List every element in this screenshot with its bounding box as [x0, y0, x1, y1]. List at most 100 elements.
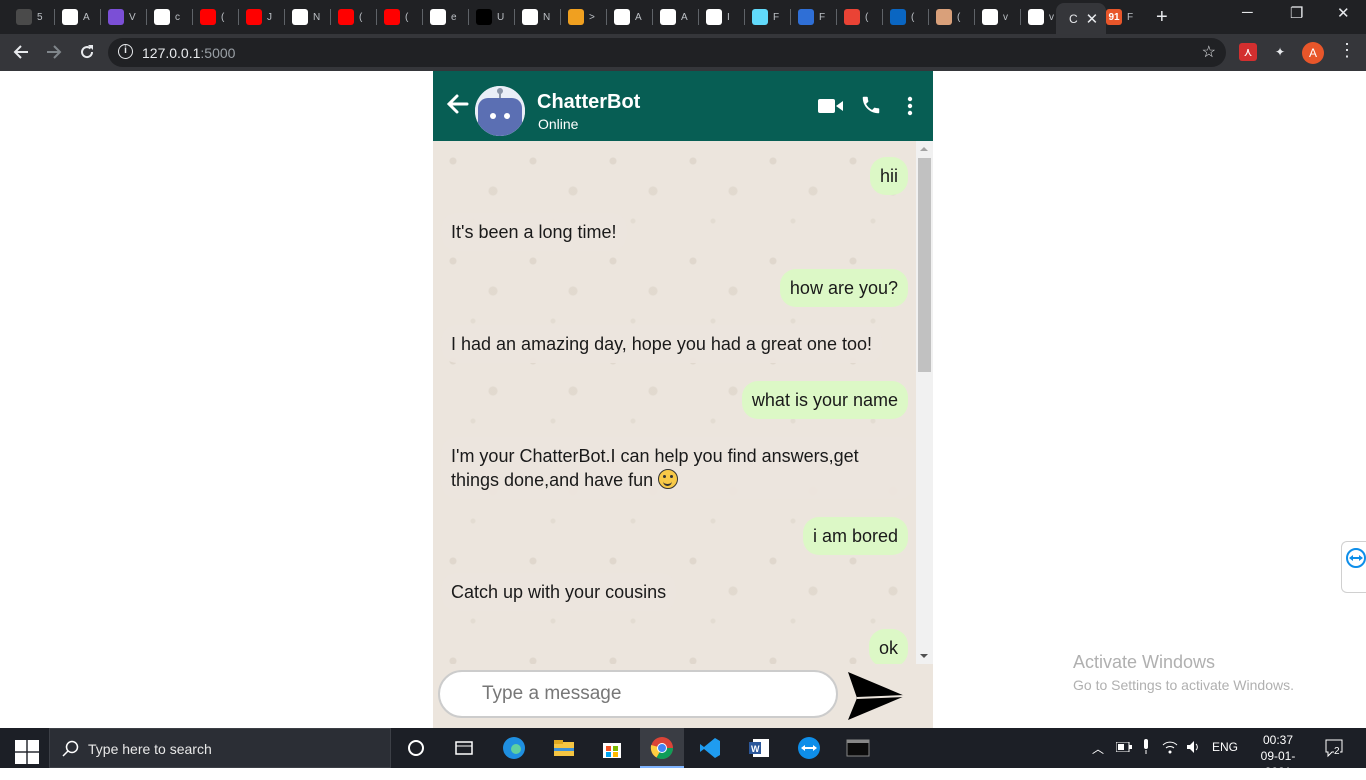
tab-active[interactable]: C ✕	[1056, 3, 1107, 34]
tab-separator	[146, 9, 147, 25]
scroll-down-arrow-icon[interactable]	[920, 654, 928, 658]
tray-expand-icon[interactable]: ︿	[1092, 740, 1104, 757]
tab-item[interactable]: 5	[16, 5, 43, 29]
tab-separator	[928, 9, 929, 25]
bookmark-star-icon[interactable]: ☆	[1202, 42, 1216, 62]
activate-windows-watermark: Activate Windows Go to Settings to activ…	[1073, 652, 1294, 693]
tab-item[interactable]: v	[1028, 5, 1054, 29]
tab-item[interactable]: v	[982, 5, 1008, 29]
tab-item[interactable]: U	[476, 5, 504, 29]
reload-icon[interactable]	[78, 43, 96, 61]
task-view-icon[interactable]	[452, 736, 476, 760]
wifi-icon[interactable]	[1162, 740, 1178, 754]
new-tab-button[interactable]: +	[1156, 6, 1168, 29]
tab-title: C	[1069, 11, 1078, 26]
forward-icon[interactable]	[45, 43, 63, 61]
video-call-icon[interactable]	[818, 98, 844, 114]
pdf-extension-icon[interactable]: ⋏	[1239, 43, 1257, 61]
tab-title: v	[1003, 11, 1008, 23]
minimize-icon[interactable]: ─	[1242, 4, 1253, 21]
scroll-up-arrow-icon[interactable]	[920, 147, 928, 151]
tab-item[interactable]: A	[62, 5, 90, 29]
tab-item[interactable]: e	[430, 5, 457, 29]
tab-item[interactable]: (	[338, 5, 362, 29]
send-icon[interactable]	[845, 668, 907, 724]
site-info-icon[interactable]: i	[118, 44, 133, 59]
scrollbar[interactable]	[916, 141, 933, 664]
gmail-icon	[706, 9, 722, 25]
tab-title: F	[819, 11, 826, 23]
edge-icon[interactable]	[502, 736, 526, 760]
message-bubble-user: how are you?	[779, 269, 908, 307]
taskbar-search[interactable]: Type here to search	[49, 728, 391, 768]
message-bubble-bot: It's been a long time!	[441, 213, 627, 251]
word-icon[interactable]: W	[747, 736, 771, 760]
tab-separator	[422, 9, 423, 25]
terminal-icon[interactable]	[846, 736, 870, 760]
cortana-icon[interactable]	[404, 736, 428, 760]
tab-item[interactable]: F	[752, 5, 779, 29]
volume-icon[interactable]	[1186, 740, 1202, 754]
tab-item[interactable]: c	[154, 5, 180, 29]
robot-icon	[475, 86, 525, 136]
tab-separator	[606, 9, 607, 25]
tab-item[interactable]: (	[890, 5, 914, 29]
tab-item[interactable]: I	[706, 5, 730, 29]
tab-item[interactable]: A	[660, 5, 688, 29]
tab-title: N	[313, 11, 321, 23]
message-list[interactable]: hii It's been a long time! how are you? …	[433, 141, 933, 667]
tab-item[interactable]: J	[246, 5, 272, 29]
tab-item[interactable]: (	[384, 5, 408, 29]
tab-item[interactable]: >	[568, 5, 595, 29]
back-arrow-icon[interactable]	[445, 91, 471, 117]
tab-item[interactable]: N	[522, 5, 550, 29]
message-bubble-bot: I'm your ChatterBot.I can help you find …	[441, 437, 915, 499]
tab-item[interactable]: N	[292, 5, 320, 29]
message-bubble-user: ok	[868, 629, 908, 667]
teamviewer-side-tab[interactable]	[1341, 541, 1366, 593]
vscode-icon[interactable]	[698, 736, 722, 760]
address-bar[interactable]: i 127.0.0.1:5000 ☆	[108, 38, 1226, 67]
battery-icon[interactable]	[1116, 742, 1132, 752]
app-icon	[108, 9, 124, 25]
tab-item[interactable]: V	[108, 5, 136, 29]
action-center[interactable]: 2	[1324, 738, 1344, 761]
tab-title: >	[589, 11, 595, 23]
back-icon[interactable]	[12, 43, 30, 61]
more-options-icon[interactable]	[907, 96, 913, 116]
browser-toolbar: i 127.0.0.1:5000 ☆ ⋏ ✦ A ⋮	[0, 34, 1366, 71]
profile-avatar[interactable]: A	[1302, 42, 1324, 64]
close-window-icon[interactable]: ✕	[1337, 4, 1350, 22]
github-icon	[522, 9, 538, 25]
message-input[interactable]	[438, 670, 838, 718]
notification-count: 2	[1334, 746, 1340, 757]
extensions-puzzle-icon[interactable]: ✦	[1271, 43, 1289, 61]
taskbar-active-app[interactable]	[640, 728, 684, 768]
tab-item[interactable]: F	[798, 5, 825, 29]
tab-news[interactable]: 91 F	[1106, 5, 1133, 29]
google-icon	[982, 9, 998, 25]
teamviewer-taskbar-icon[interactable]	[797, 736, 821, 760]
browser-menu-icon[interactable]: ⋮	[1338, 40, 1356, 61]
chat-window: ChatterBot Online hii It's been a long t…	[433, 71, 933, 728]
taskbar-clock[interactable]: 00:37 09-01-2021	[1248, 732, 1308, 780]
tab-item[interactable]: (	[936, 5, 960, 29]
restore-icon[interactable]: ❐	[1290, 4, 1303, 22]
scrollbar-thumb[interactable]	[918, 158, 931, 372]
tab-close-icon[interactable]: ✕	[1086, 10, 1099, 28]
search-placeholder: Type here to search	[88, 741, 212, 757]
language-indicator[interactable]: ENG	[1212, 740, 1238, 754]
app-icon	[568, 9, 584, 25]
windows-start-icon[interactable]	[15, 740, 39, 764]
tab-item[interactable]: (	[844, 5, 868, 29]
tab-item[interactable]: (	[200, 5, 224, 29]
file-explorer-icon[interactable]	[552, 736, 576, 760]
microphone-icon[interactable]	[1141, 739, 1151, 755]
google-icon	[154, 9, 170, 25]
tab-item[interactable]: A	[614, 5, 642, 29]
store-icon[interactable]	[600, 736, 624, 760]
phone-call-icon[interactable]	[860, 94, 882, 116]
chrome-icon	[650, 737, 673, 759]
github-icon	[660, 9, 676, 25]
tab-title: A	[83, 11, 90, 23]
